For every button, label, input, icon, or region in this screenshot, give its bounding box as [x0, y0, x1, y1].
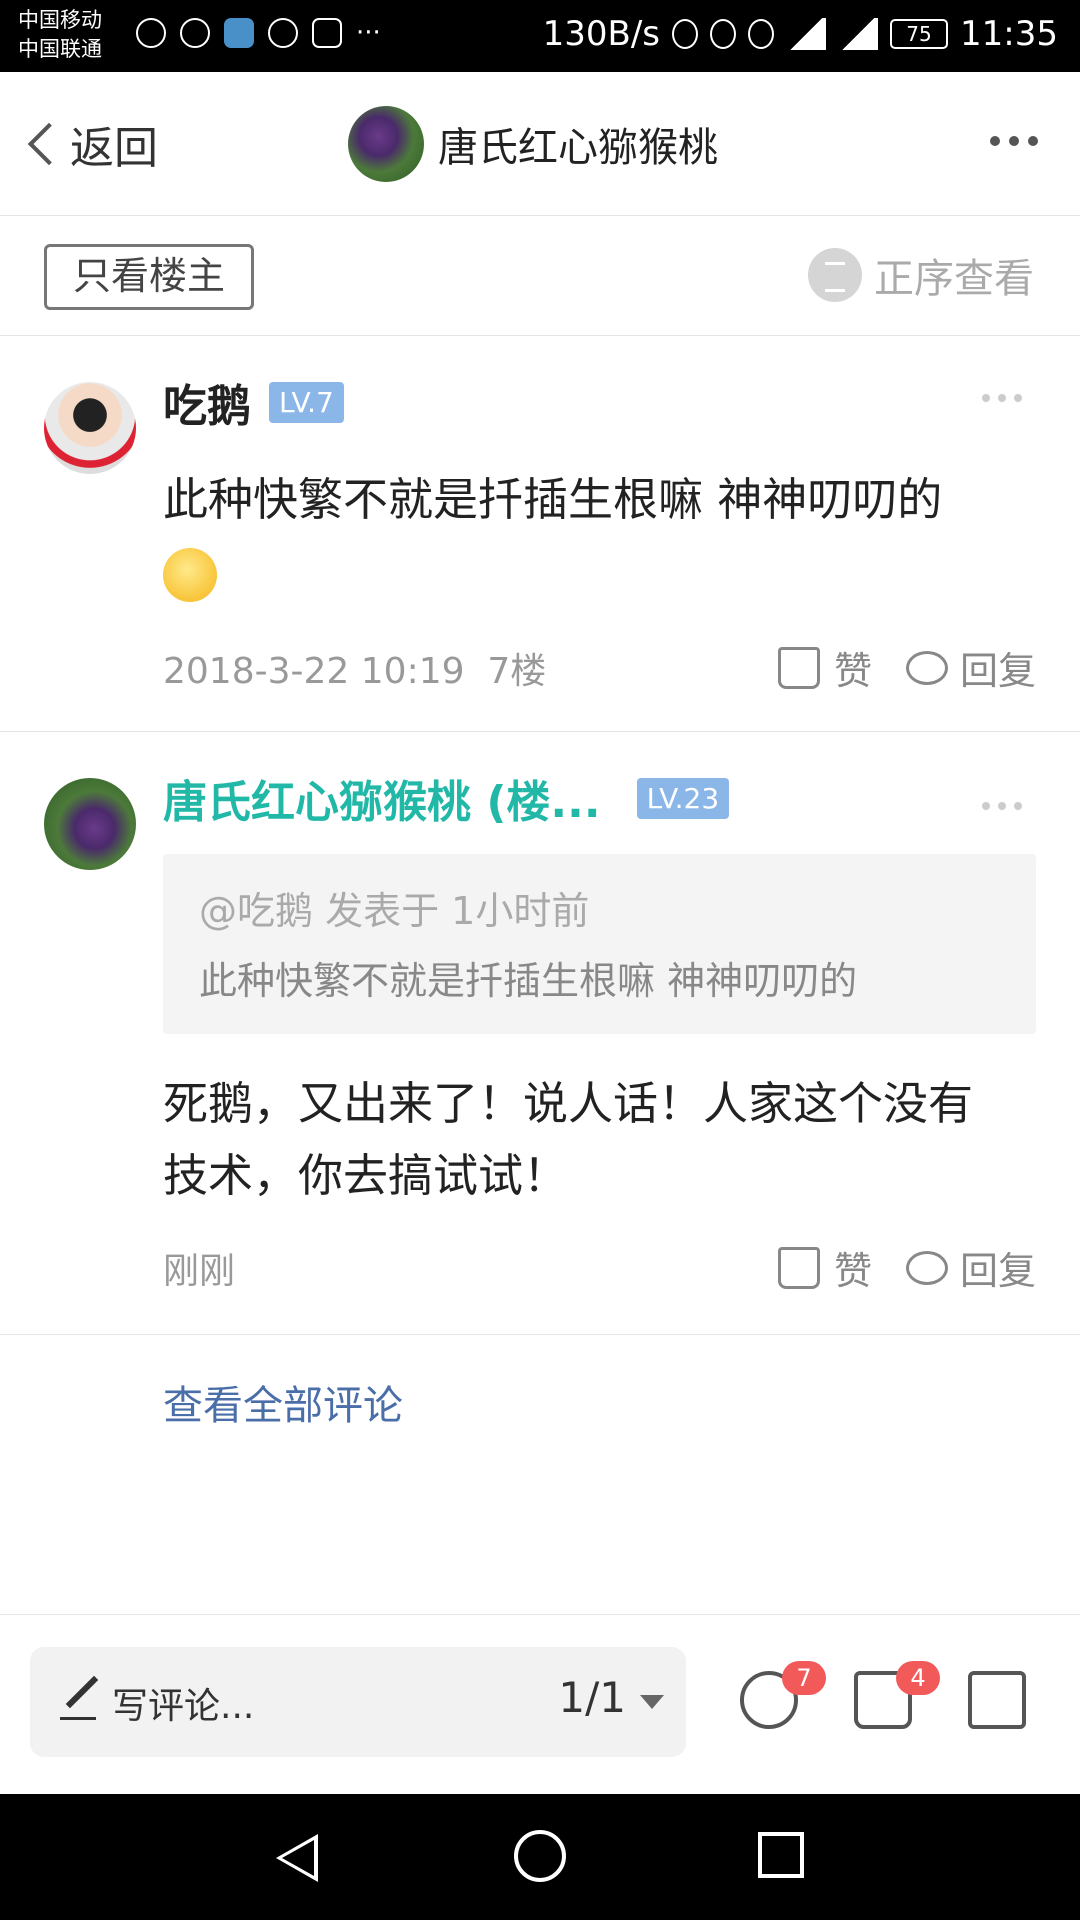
comment-text: 此种快繁不就是扦插生根嘛 神神叨叨的 [163, 473, 943, 526]
battery-icon: 75 [890, 19, 949, 49]
wechat-icon [180, 18, 210, 48]
sort-icon [808, 248, 862, 302]
level-badge: LV.7 [269, 381, 344, 423]
quoted-comment[interactable]: @吃鹅 发表于 1小时前 此种快繁不就是扦插生根嘛 神神叨叨的 [163, 854, 1036, 1034]
network-speed: 130B/s [542, 14, 661, 54]
dot-icon [990, 136, 1000, 146]
speech-bubble-icon [905, 1250, 948, 1285]
like-button[interactable]: 赞 [777, 1240, 872, 1295]
like-label: 赞 [833, 1249, 872, 1293]
thinking-emoji-icon [163, 548, 217, 602]
system-back-icon[interactable] [276, 1834, 318, 1882]
comment-placeholder: 写评论... [112, 1686, 255, 1727]
carrier-1: 中国移动 [18, 8, 102, 32]
comments-button[interactable]: 7 [740, 1661, 826, 1729]
carrier-2: 中国联通 [18, 37, 102, 61]
back-button[interactable]: 返回 [20, 114, 158, 174]
more-options-button[interactable] [990, 136, 1038, 146]
alarm-icon [710, 19, 737, 49]
like-post-button[interactable]: 4 [854, 1661, 940, 1729]
status-right: 130B/s 75 11:35 [543, 14, 1058, 54]
user-row: 吃鹅 LV.7 [163, 370, 344, 434]
comment-text-line: 技术，你去搞试试！ [163, 1149, 569, 1202]
username[interactable]: 唐氏红心猕猴桃 (楼... [163, 766, 601, 830]
status-bar: 中国移动 中国联通 ··· 130B/s 75 11:35 [0, 0, 1080, 72]
reply-label: 回复 [959, 1249, 1036, 1293]
reply-button[interactable]: 回复 [872, 640, 1036, 695]
like-button[interactable]: 赞 [777, 640, 872, 695]
comment-time: 2018-3-22 10:19 [163, 651, 465, 692]
dot-icon [982, 802, 990, 810]
top-nav-bar: 返回 唐氏红心猕猴桃 [0, 72, 1080, 216]
dot-icon [998, 802, 1006, 810]
post-more-button[interactable] [982, 394, 1022, 402]
like-label: 赞 [833, 649, 872, 693]
reply-button[interactable]: 回复 [872, 1240, 1036, 1295]
system-home-icon[interactable] [514, 1830, 566, 1882]
view-all-comments-link[interactable]: 查看全部评论 [163, 1373, 403, 1431]
dot-icon [1009, 136, 1019, 146]
carrier-info: 中国移动 中国联通 [18, 6, 102, 64]
comment-content: 死鹅，又出来了！说人话！人家这个没有 技术，你去搞试试！ [163, 1068, 1036, 1212]
caret-down-icon[interactable] [640, 1695, 664, 1709]
system-nav-bar [0, 1794, 1080, 1920]
filter-bar: 只看楼主 正序查看 [0, 216, 1080, 336]
wifi-icon [748, 19, 775, 49]
dot-icon [1014, 394, 1022, 402]
missed-call-icon [268, 18, 298, 48]
quote-text: 此种快繁不就是扦插生根嘛 神神叨叨的 [199, 959, 858, 1003]
notification-icons: ··· [136, 18, 381, 48]
floor-number: 7楼 [487, 651, 547, 692]
dot-icon [1028, 136, 1038, 146]
avatar[interactable] [44, 382, 136, 474]
map-app-icon [224, 18, 254, 48]
thumbs-up-icon [777, 646, 820, 689]
comment-text-line: 死鹅，又出来了！说人话！人家这个没有 [163, 1077, 974, 1130]
comment-item: 吃鹅 LV.7 此种快繁不就是扦插生根嘛 神神叨叨的 2018-3-22 10:… [0, 336, 1080, 732]
comment-count-badge: 7 [782, 1661, 826, 1695]
user-row: 唐氏红心猕猴桃 (楼... LV.23 [163, 766, 730, 830]
pencil-icon [65, 1675, 99, 1709]
comment-actions: 赞 回复 [777, 640, 1036, 695]
avatar[interactable] [44, 778, 136, 870]
dot-icon [1014, 802, 1022, 810]
page-indicator[interactable]: 1/1 [558, 1673, 626, 1722]
level-badge: LV.23 [636, 777, 730, 819]
forum-header[interactable]: 唐氏红心猕猴桃 [348, 106, 718, 182]
comment-time: 刚刚 [163, 1251, 236, 1292]
share-button[interactable] [968, 1671, 1026, 1729]
quote-header: @吃鹅 发表于 1小时前 [199, 889, 590, 933]
clock: 11:35 [960, 14, 1058, 54]
comment-meta: 2018-3-22 10:19 7楼 [163, 642, 546, 694]
signal-2g-icon [786, 18, 827, 50]
dot-icon [982, 394, 990, 402]
comment-actions: 赞 回复 [777, 1240, 1036, 1295]
username[interactable]: 吃鹅 [163, 370, 251, 434]
post-more-button[interactable] [982, 802, 1022, 810]
back-label: 返回 [70, 123, 158, 174]
comment-input[interactable]: 写评论... 1/1 [30, 1647, 686, 1757]
forum-avatar [348, 106, 424, 182]
only-op-button[interactable]: 只看楼主 [44, 244, 254, 310]
system-recents-icon[interactable] [758, 1832, 804, 1878]
dot-icon [998, 394, 1006, 402]
shield-icon [312, 18, 342, 48]
chevron-left-icon [27, 122, 71, 166]
signal-4g-icon [838, 18, 879, 50]
bottom-bar: 写评论... 1/1 7 4 [0, 1614, 1080, 1794]
like-count-badge: 4 [896, 1661, 940, 1695]
sort-label: 正序查看 [874, 256, 1034, 302]
sort-order-button[interactable]: 正序查看 [808, 246, 1034, 304]
thumbs-up-icon [777, 1246, 820, 1289]
speech-bubble-icon [905, 650, 948, 685]
forum-title: 唐氏红心猕猴桃 [438, 125, 718, 171]
more-notifications-icon: ··· [356, 18, 381, 48]
pencil-base [60, 1717, 96, 1720]
comment-content: 此种快繁不就是扦插生根嘛 神神叨叨的 [163, 464, 1036, 608]
antivirus-icon [136, 18, 166, 48]
reply-label: 回复 [959, 649, 1036, 693]
bluetooth-icon [672, 19, 699, 49]
comment-item: 唐氏红心猕猴桃 (楼... LV.23 @吃鹅 发表于 1小时前 此种快繁不就是… [0, 732, 1080, 1335]
